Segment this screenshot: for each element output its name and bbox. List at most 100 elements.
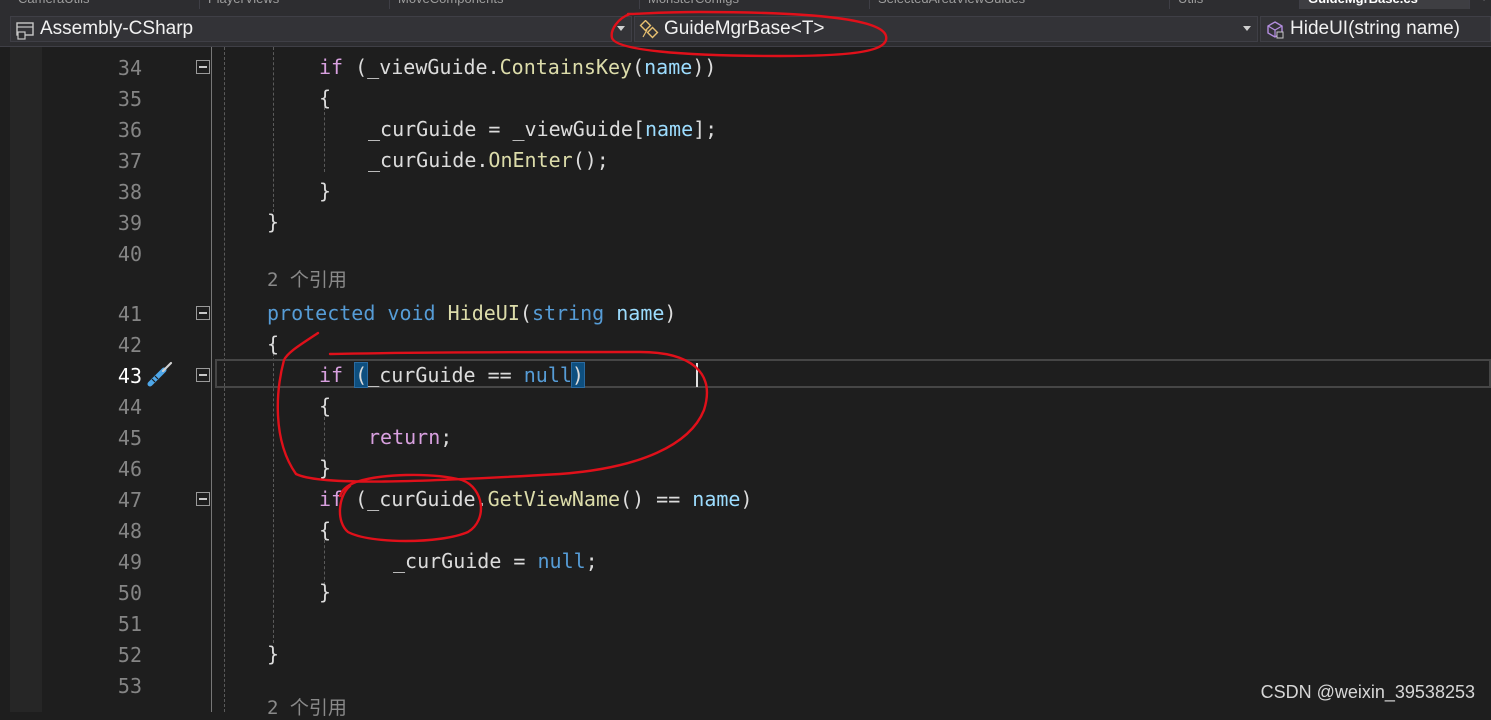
- code-token: }: [319, 179, 332, 203]
- collapse-icon[interactable]: [196, 368, 210, 382]
- line-number: 42: [117, 333, 142, 357]
- code-line[interactable]: if (_curGuide.GetViewName() == name): [319, 487, 753, 511]
- code-line[interactable]: if (_curGuide == null): [319, 362, 585, 388]
- selection-margin: [10, 47, 42, 712]
- code-token: _curGuide = _viewGuide[: [368, 117, 645, 141]
- text-caret: [696, 363, 698, 387]
- line-number: 50: [117, 581, 142, 605]
- code-line[interactable]: }: [267, 210, 279, 234]
- code-token: }: [319, 456, 332, 480]
- collapse-icon[interactable]: [196, 60, 210, 74]
- code-token: GetViewName: [487, 487, 621, 511]
- type-dropdown[interactable]: GuideMgrBase<T>: [634, 16, 1258, 42]
- watermark: CSDN @weixin_39538253: [1260, 682, 1475, 702]
- code-token: null: [523, 363, 572, 387]
- document-tab-active[interactable]: GuideMgrBase.cs: [1300, 0, 1470, 9]
- code-line[interactable]: if (_viewGuide.ContainsKey(name)): [319, 55, 716, 79]
- code-token: name: [644, 117, 694, 141]
- line-number: 51: [117, 612, 142, 636]
- class-icon: [639, 19, 659, 40]
- code-token: HideUI: [447, 301, 520, 325]
- code-line[interactable]: protected void HideUI(string name): [267, 301, 676, 325]
- code-token: protected: [267, 301, 376, 325]
- tab-overflow-icon[interactable]: ▾: [1481, 0, 1487, 4]
- code-token: (_viewGuide.: [343, 55, 500, 79]
- document-tab[interactable]: SelectedAreaViewGuides: [870, 0, 1170, 9]
- project-dropdown[interactable]: Assembly-CSharp: [10, 16, 632, 42]
- indent-guide: [273, 343, 274, 643]
- code-line[interactable]: _curGuide = null;: [393, 549, 598, 573]
- code-token: ContainsKey: [499, 55, 633, 79]
- code-token: ): [570, 362, 585, 388]
- code-line[interactable]: _curGuide.OnEnter();: [368, 148, 609, 172]
- code-line[interactable]: }: [319, 580, 331, 604]
- line-number: 47: [117, 488, 142, 512]
- code-line[interactable]: }: [319, 179, 331, 203]
- code-token: if: [319, 487, 344, 511]
- code-token: return: [368, 425, 441, 449]
- code-token: _curGuide =: [393, 549, 538, 573]
- document-tab[interactable]: CameraUtils: [10, 0, 200, 9]
- code-token: string: [531, 301, 605, 325]
- code-line[interactable]: {: [319, 394, 331, 418]
- code-token: ): [664, 301, 677, 325]
- line-number: 53: [117, 674, 142, 698]
- line-number: 39: [117, 211, 142, 235]
- code-line[interactable]: {: [267, 332, 279, 356]
- line-number: 35: [117, 87, 142, 111]
- method-icon: [1265, 20, 1285, 40]
- code-token: _curGuide ==: [367, 363, 524, 387]
- code-token: {: [319, 518, 332, 542]
- collapse-icon[interactable]: [196, 492, 210, 506]
- line-number: 46: [117, 457, 142, 481]
- indent-guide: [324, 540, 325, 585]
- collapse-icon[interactable]: [196, 306, 210, 320]
- code-token: }: [267, 642, 280, 666]
- code-token: {: [319, 86, 332, 110]
- line-number: 37: [117, 149, 142, 173]
- code-token: void: [387, 301, 436, 325]
- line-number: 52: [117, 643, 142, 667]
- project-icon: [15, 20, 35, 40]
- quick-actions-screwdriver-icon[interactable]: [142, 360, 176, 390]
- code-token: if: [319, 55, 344, 79]
- code-editor[interactable]: 34 35 36 37 38 39 40 41 42 43 44 45 46 47 48 49 50 51 52 53…: [0, 47, 1491, 719]
- code-token: ;: [440, 425, 453, 449]
- document-tab[interactable]: Utils: [1170, 0, 1300, 9]
- code-token: if: [319, 363, 344, 387]
- code-token: ;: [585, 549, 598, 573]
- code-line[interactable]: {: [319, 86, 331, 110]
- member-name: HideUI(string name): [1290, 18, 1460, 39]
- document-tab[interactable]: PlayerViews: [200, 0, 390, 9]
- indent-guide: [273, 47, 274, 212]
- chevron-down-icon: [1243, 26, 1251, 31]
- code-token: (_curGuide.: [343, 487, 488, 511]
- code-line[interactable]: _curGuide = _viewGuide[name];: [368, 117, 717, 141]
- member-dropdown[interactable]: HideUI(string name): [1260, 16, 1491, 42]
- code-line[interactable]: return;: [368, 425, 452, 449]
- code-line[interactable]: {: [319, 518, 331, 542]
- line-number: 45: [117, 426, 142, 450]
- code-line[interactable]: }: [319, 456, 331, 480]
- code-token: name: [644, 55, 693, 79]
- code-token: _curGuide.: [368, 148, 489, 172]
- line-number: 43: [117, 364, 142, 388]
- outline-fold-line: [211, 47, 212, 712]
- line-number: 38: [117, 180, 142, 204]
- codelens-references[interactable]: 2 个引用: [267, 696, 347, 720]
- code-token: () ==: [620, 487, 693, 511]
- line-number: 48: [117, 519, 142, 543]
- codelens-references[interactable]: 2 个引用: [267, 268, 347, 292]
- type-name: GuideMgrBase<T>: [664, 18, 825, 39]
- document-tab[interactable]: MonsterConfigs: [640, 0, 870, 9]
- line-number: 41: [117, 302, 142, 326]
- document-tab[interactable]: MoveComponents: [390, 0, 640, 9]
- code-line[interactable]: }: [267, 642, 279, 666]
- indent-guide: [324, 107, 325, 172]
- code-token: ): [740, 487, 753, 511]
- code-token: )): [692, 55, 717, 79]
- code-token: {: [319, 394, 332, 418]
- code-token: null: [537, 549, 586, 573]
- code-token: ];: [693, 117, 718, 141]
